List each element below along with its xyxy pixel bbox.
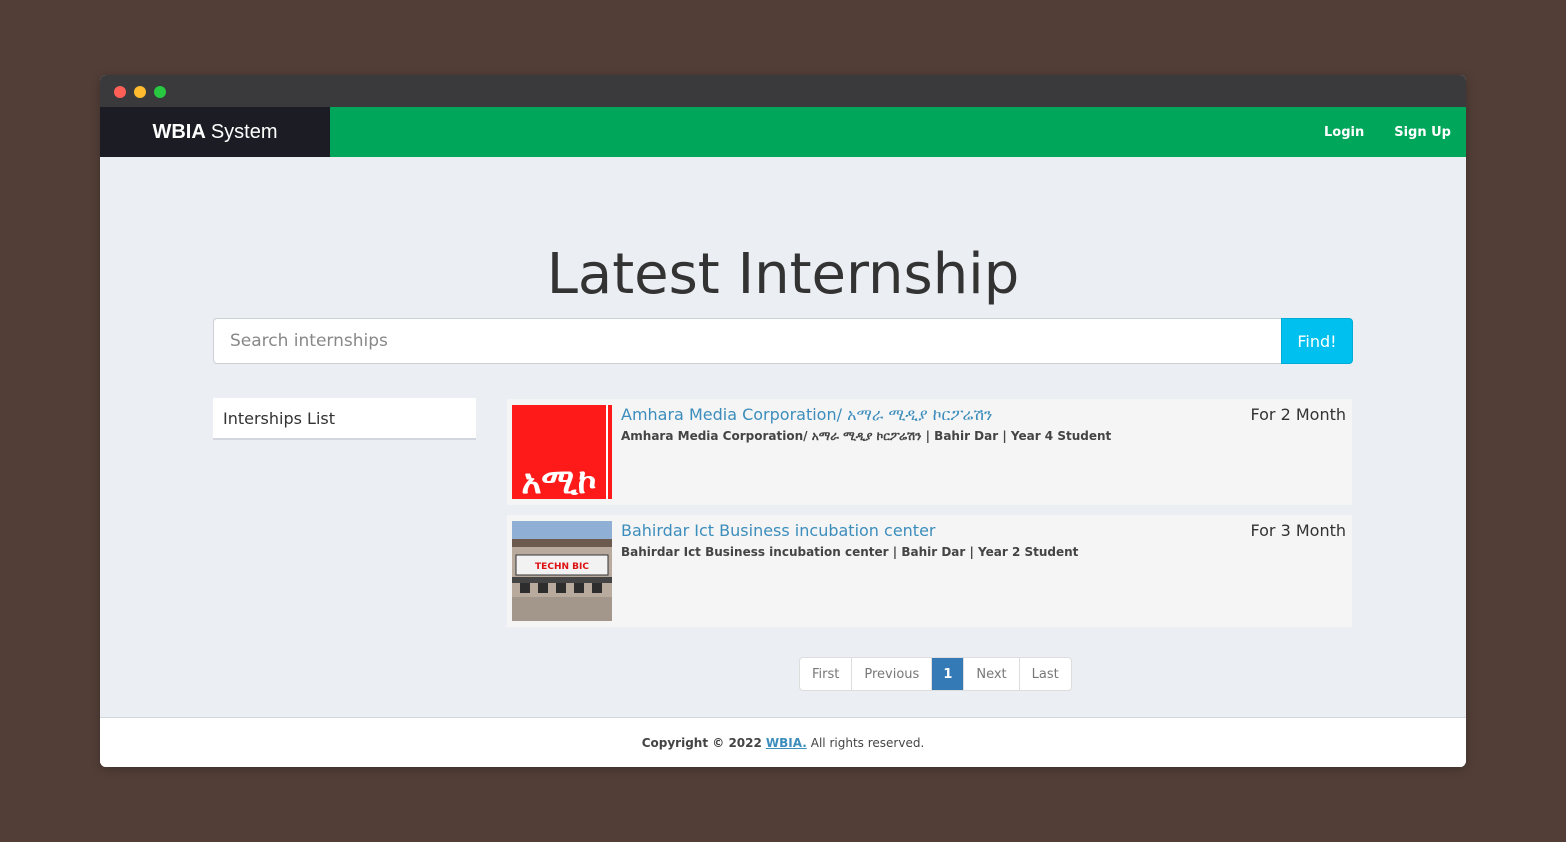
company-logo-image[interactable]: አሚኮ (512, 405, 612, 499)
brand-rest: System (210, 120, 278, 143)
nav-links: Login Sign Up (1324, 107, 1451, 157)
search-bar: Find! (213, 318, 1353, 364)
pagination-current-page[interactable]: 1 (932, 658, 965, 690)
login-link[interactable]: Login (1324, 125, 1364, 140)
listing-duration: For 2 Month (1250, 405, 1347, 424)
listing-title-link[interactable]: Amhara Media Corporation/ አማራ ሚዲያ ኮርፖሬሽን (621, 405, 992, 425)
signup-link[interactable]: Sign Up (1394, 125, 1451, 140)
pagination-previous[interactable]: Previous (852, 658, 933, 690)
brand-bold: WBIA (152, 120, 206, 143)
listing-title-link[interactable]: Bahirdar Ict Business incubation center (621, 521, 936, 540)
listing-meta: Bahirdar Ict Business incubation center … (621, 545, 1079, 559)
company-logo-text: አሚኮ (521, 462, 596, 499)
footer-rights: All rights reserved. (810, 735, 925, 750)
pagination-last[interactable]: Last (1020, 658, 1071, 690)
top-navbar: WBIA System Login Sign Up (100, 107, 1466, 157)
search-input[interactable] (213, 318, 1281, 364)
find-button[interactable]: Find! (1281, 318, 1353, 364)
company-photo-image[interactable]: TECHN BIC (512, 521, 612, 621)
footer: Copyright © 2022 WBIA. All rights reserv… (100, 717, 1466, 767)
sidebar-title: Interships List (223, 408, 336, 428)
listing-item: TECHN BIC Bahirdar Ict Business incubati… (507, 515, 1352, 627)
listing-duration: For 3 Month (1250, 521, 1347, 540)
pagination-first[interactable]: First (800, 658, 853, 690)
footer-copyright: Copyright © 2022 (641, 735, 762, 750)
pagination-next[interactable]: Next (964, 658, 1020, 690)
maximize-window-icon[interactable] (154, 86, 166, 98)
sidebar-internships-list[interactable]: Interships List (213, 398, 476, 440)
window-titlebar (100, 75, 1466, 107)
brand-logo[interactable]: WBIA System (100, 107, 330, 157)
pagination: First Previous 1 Next Last (799, 657, 1072, 691)
company-sign-text: TECHN BIC (535, 562, 589, 572)
close-window-icon[interactable] (114, 86, 126, 98)
browser-window: WBIA System Login Sign Up Latest Interns… (100, 75, 1466, 767)
main-content: Latest Internship Find! Interships List … (100, 157, 1466, 717)
minimize-window-icon[interactable] (134, 86, 146, 98)
listing-meta: Amhara Media Corporation/ አማራ ሚዲያ ኮርፖሬሽን… (621, 429, 1112, 443)
page-title: Latest Internship (546, 242, 1020, 307)
listing-item: አሚኮ Amhara Media Corporation/ አማራ ሚዲያ ኮር… (507, 399, 1352, 505)
footer-brand-link[interactable]: WBIA. (766, 736, 807, 750)
